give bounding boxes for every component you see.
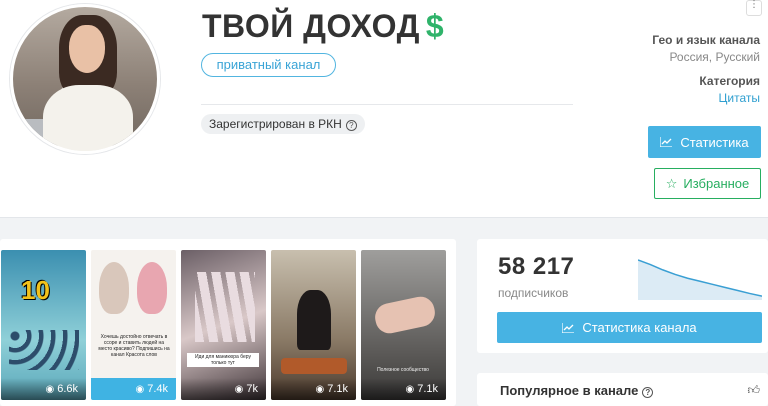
chart-icon	[562, 322, 575, 333]
post-image-nails	[195, 272, 255, 342]
post-image-table	[281, 358, 347, 374]
post-image-head	[99, 262, 129, 314]
category-label: Категория	[699, 74, 760, 88]
geo-value: Россия, Русский	[669, 50, 760, 64]
post-image-head	[137, 262, 167, 314]
avatar-top-shape	[43, 85, 133, 151]
eye-icon: ◉	[315, 384, 325, 395]
channel-title-text: ТВОЙ ДОХОД	[202, 8, 420, 44]
stats-button[interactable]: Статистика	[648, 126, 761, 158]
post-views: ◉ 6.6k	[1, 378, 86, 400]
help-icon[interactable]: ?	[642, 387, 654, 398]
post-thumbnail[interactable]: Полезное сообщество ◉ 7.1k	[361, 250, 446, 400]
more-dots-icon[interactable]: ⋮	[746, 0, 762, 16]
post-thumbnail[interactable]: 10 ◉ 6.6k	[1, 250, 86, 400]
private-channel-badge[interactable]: приватный канал	[201, 53, 336, 77]
post-caption: Хочешь достойно отвечать в ссоре и стави…	[98, 334, 170, 358]
stats-button-label: Статистика	[680, 134, 749, 150]
category-block: Категория Цитаты	[699, 74, 760, 105]
sparkline-area	[638, 260, 762, 300]
channel-stats-label: Статистика канала	[582, 320, 697, 335]
geo-block: Гео и язык канала Россия, Русский	[652, 33, 760, 64]
thumbs-up-icon[interactable]: 👍︎	[747, 383, 760, 398]
dollar-icon: $	[425, 8, 445, 44]
subscribers-trend-sparkline[interactable]	[638, 254, 762, 300]
post-views: ◉ 7.1k	[361, 378, 446, 400]
star-icon: ☆	[665, 175, 678, 191]
post-views: ◉ 7.4k	[91, 378, 176, 400]
eye-icon: ◉	[135, 384, 145, 395]
popular-panel: Популярное в канале? 👍︎	[477, 373, 768, 406]
geo-label: Гео и язык канала	[652, 33, 760, 47]
channel-title: ТВОЙ ДОХОД $	[202, 8, 444, 45]
recent-posts-panel: 10 ◉ 6.6k Хочешь достойно отвечать в ссор…	[0, 239, 456, 406]
header-divider	[201, 104, 573, 105]
subscribers-panel: 58 217 подписчиков Статистика канала	[477, 239, 768, 353]
rkn-label: Зарегистрирован в РКН	[209, 117, 342, 131]
post-caption: Иди для маникюра беру только тут	[187, 353, 259, 367]
help-icon[interactable]: ?	[345, 120, 357, 131]
avatar-face-shape	[69, 25, 105, 73]
channel-stats-button[interactable]: Статистика канала	[497, 312, 762, 343]
post-image-hand	[372, 294, 438, 336]
eye-icon: ◉	[234, 384, 244, 395]
post-caption: Полезное сообщество	[377, 367, 429, 373]
subscribers-label: подписчиков	[498, 286, 569, 300]
eye-icon: ◉	[405, 384, 415, 395]
post-views: ◉ 7.1k	[271, 378, 356, 400]
channel-avatar	[10, 4, 160, 154]
popular-title: Популярное в канале?	[500, 383, 654, 398]
chart-icon	[660, 137, 673, 147]
favorites-button[interactable]: ☆ Избранное	[654, 168, 761, 199]
rkn-registered-badge[interactable]: Зарегистрирован в РКН?	[201, 114, 365, 134]
post-caption: 10	[21, 275, 50, 305]
post-thumbnail[interactable]: ◉ 7.1k	[271, 250, 356, 400]
channel-header: ТВОЙ ДОХОД $ приватный канал Зарегистриро…	[0, 0, 768, 218]
post-image-pattern	[9, 330, 79, 370]
post-views: ◉ 7k	[181, 378, 266, 400]
category-link[interactable]: Цитаты	[699, 91, 760, 105]
post-thumbnail[interactable]: Хочешь достойно отвечать в ссоре и стави…	[91, 250, 176, 400]
post-image-person	[297, 290, 331, 350]
subscribers-count: 58 217	[498, 253, 575, 280]
favorites-button-label: Избранное	[683, 176, 750, 191]
post-thumbnail[interactable]: Иди для маникюра беру только тут ◉ 7k	[181, 250, 266, 400]
eye-icon: ◉	[45, 384, 55, 395]
